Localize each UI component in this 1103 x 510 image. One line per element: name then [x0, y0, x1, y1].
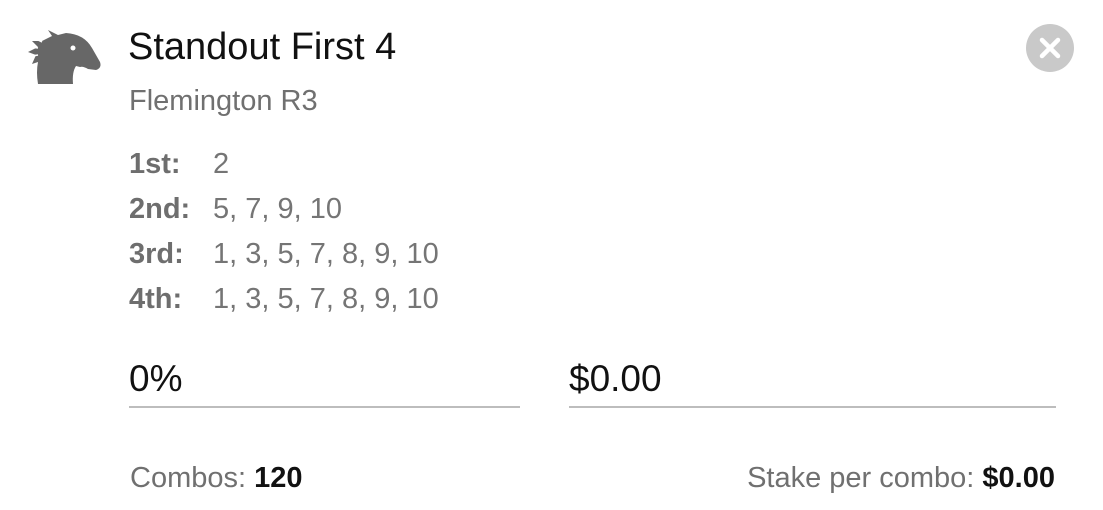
selection-row-4th: 4th: 1, 3, 5, 7, 8, 9, 10 [129, 277, 439, 322]
close-button[interactable] [1026, 24, 1074, 72]
position-label: 4th: [129, 283, 183, 315]
combos-summary: Combos: 120 [130, 462, 303, 495]
runner-numbers: 1, 3, 5, 7, 8, 9, 10 [213, 238, 439, 270]
stake-per-combo-value: $0.00 [982, 462, 1055, 494]
position-label: 2nd: [129, 193, 191, 225]
runner-numbers: 2 [213, 148, 230, 180]
stake-per-combo-summary: Stake per combo: $0.00 [747, 462, 1055, 495]
bet-title: Standout First 4 [128, 26, 397, 68]
selection-row-2nd: 2nd: 5, 7, 9, 10 [129, 187, 439, 232]
race-venue: Flemington R3 [129, 85, 318, 117]
position-label: 3rd: [129, 238, 184, 270]
position-label: 1st: [129, 148, 181, 180]
combos-label: Combos: [130, 462, 247, 494]
selection-row-1st: 1st: 2 [129, 142, 439, 187]
stake-amount-input[interactable] [569, 352, 1056, 408]
runner-numbers: 1, 3, 5, 7, 8, 9, 10 [213, 283, 439, 315]
stake-per-combo-label: Stake per combo: [747, 462, 975, 494]
close-icon [1039, 37, 1061, 59]
runner-numbers: 5, 7, 9, 10 [213, 193, 342, 225]
combos-value: 120 [254, 462, 303, 494]
horse-head-icon [26, 28, 104, 88]
percent-input[interactable] [129, 352, 520, 408]
selections-list: 1st: 2 2nd: 5, 7, 9, 10 3rd: 1, 3, 5, 7,… [129, 142, 439, 322]
selection-row-3rd: 3rd: 1, 3, 5, 7, 8, 9, 10 [129, 232, 439, 277]
bet-card: Standout First 4 Flemington R3 1st: 2 2n… [0, 0, 1103, 510]
